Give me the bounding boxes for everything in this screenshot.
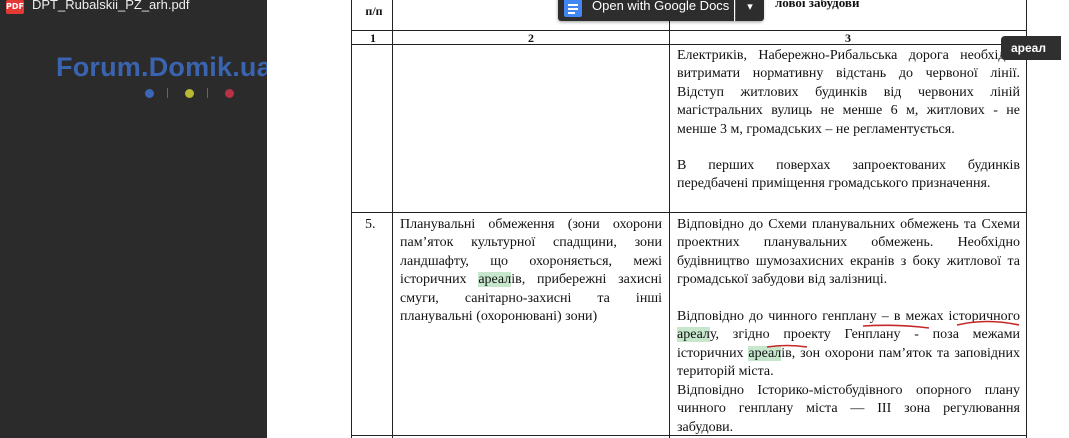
open-with-google-docs-button[interactable]: Open with Google Docs ▾	[558, 0, 764, 21]
watermark-separator	[167, 88, 168, 98]
left-side-panel: Forum.Domik.ua	[0, 0, 272, 438]
watermark-separator	[207, 88, 208, 98]
google-docs-icon	[564, 0, 582, 17]
search-term-indicator[interactable]: ареал	[1001, 36, 1061, 60]
chevron-down-icon[interactable]: ▾	[735, 0, 764, 21]
open-with-label-area[interactable]: Open with Google Docs	[558, 0, 734, 21]
red-handwritten-underlines	[766, 320, 1020, 348]
viewer-topbar: PDF DPT_Rubalskii_PZ_arh.pdf	[0, 0, 1069, 32]
pdf-page: п/п лової забудови 1 2 3 Електриків, Наб…	[267, 0, 1069, 438]
watermark-dots	[145, 88, 245, 98]
watermark-dot-yellow	[185, 89, 194, 98]
watermark-dot-red	[225, 89, 234, 98]
open-with-label: Open with Google Docs	[592, 0, 730, 13]
pdf-file-icon: PDF	[6, 0, 24, 14]
watermark-dot-blue	[145, 89, 154, 98]
forum-watermark: Forum.Domik.ua	[56, 52, 272, 82]
file-name: DPT_Rubalskii_PZ_arh.pdf	[32, 0, 190, 12]
